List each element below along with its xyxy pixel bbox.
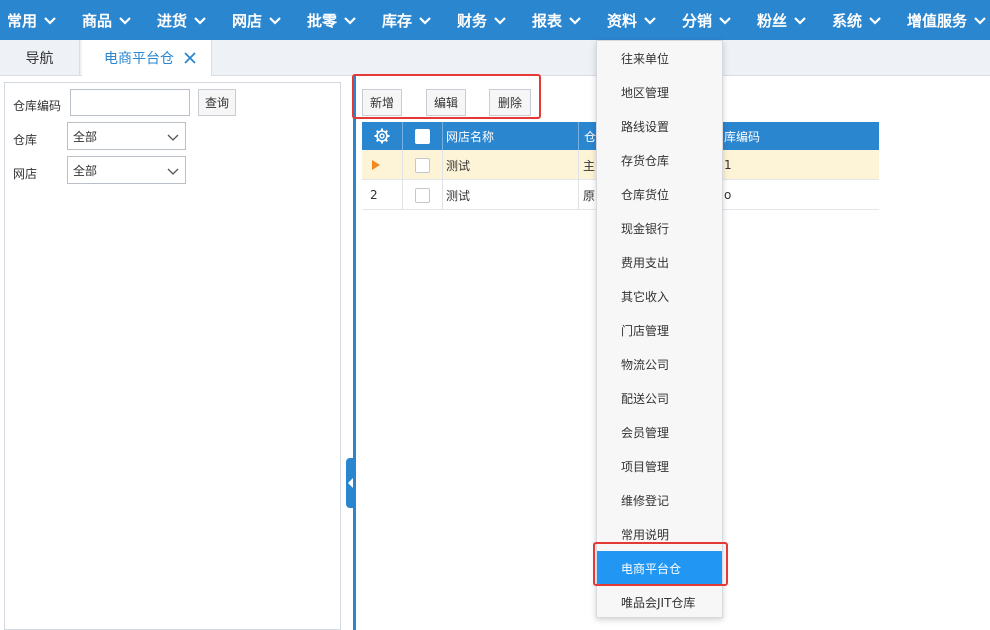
add-button[interactable]: 新增 bbox=[362, 89, 402, 116]
menu-zengzhi[interactable]: 增值服务 bbox=[907, 0, 987, 40]
menu-caiwu[interactable]: 财务 bbox=[457, 0, 507, 40]
cell-warehouse-code: o bbox=[724, 188, 732, 202]
row-checkbox[interactable] bbox=[414, 187, 430, 203]
menu-highlight-frame bbox=[593, 542, 728, 586]
shop-select[interactable]: 全部 bbox=[67, 156, 186, 184]
chevron-down-icon bbox=[974, 17, 986, 25]
chevron-down-icon bbox=[119, 17, 131, 25]
row-number: 2 bbox=[370, 188, 378, 202]
chevron-down-icon bbox=[194, 17, 206, 25]
menu-item-stores[interactable]: 门店管理 bbox=[597, 313, 722, 347]
settings-cell[interactable] bbox=[362, 122, 402, 150]
menu-item-routes[interactable]: 路线设置 bbox=[597, 109, 722, 143]
menu-label: 分销 bbox=[682, 11, 713, 30]
tab-label: 导航 bbox=[25, 51, 54, 67]
select-all-checkbox[interactable] bbox=[414, 128, 430, 144]
menu-jinhuo[interactable]: 进货 bbox=[157, 0, 207, 40]
menu-ziliao[interactable]: 资料 bbox=[607, 0, 658, 40]
query-button[interactable]: 查询 bbox=[198, 89, 236, 116]
chevron-down-icon bbox=[167, 168, 179, 175]
menu-fenxiao[interactable]: 分销 bbox=[682, 0, 732, 40]
close-icon[interactable] bbox=[184, 52, 196, 64]
menu-item-regions[interactable]: 地区管理 bbox=[597, 75, 722, 109]
tab-navigation[interactable]: 导航 bbox=[0, 40, 80, 76]
chevron-down-icon bbox=[44, 17, 56, 25]
row-checkbox[interactable] bbox=[414, 157, 430, 173]
menu-wangdian[interactable]: 网店 bbox=[232, 0, 282, 40]
menu-fensi[interactable]: 粉丝 bbox=[757, 0, 807, 40]
column-header-shop-name[interactable]: 网店名称 bbox=[446, 122, 576, 150]
menu-baobiao[interactable]: 报表 bbox=[532, 0, 582, 40]
menu-item-logistics[interactable]: 物流公司 bbox=[597, 347, 722, 381]
menu-label: 网店 bbox=[232, 11, 263, 30]
menu-item-inventory-warehouse[interactable]: 存货仓库 bbox=[597, 143, 722, 177]
cell-shop-name: 测试 bbox=[446, 188, 471, 203]
menu-kucun[interactable]: 库存 bbox=[382, 0, 432, 40]
chevron-down-icon bbox=[269, 17, 281, 25]
menu-label: 系统 bbox=[832, 11, 863, 30]
chevron-down-icon bbox=[719, 17, 731, 25]
menu-label: 库存 bbox=[382, 11, 413, 30]
menu-shangpin[interactable]: 商品 bbox=[82, 0, 132, 40]
menu-label: 增值服务 bbox=[907, 11, 968, 30]
menu-item-cash-bank[interactable]: 现金银行 bbox=[597, 211, 722, 245]
warehouse-select[interactable]: 全部 bbox=[67, 122, 186, 150]
menu-xitong[interactable]: 系统 bbox=[832, 0, 882, 40]
column-header-warehouse-code[interactable]: 库编码 bbox=[724, 122, 874, 150]
chevron-down-icon bbox=[344, 17, 356, 25]
menu-item-members[interactable]: 会员管理 bbox=[597, 415, 722, 449]
filter-panel: 仓库编码 查询 仓库 全部 网店 全部 bbox=[4, 82, 341, 630]
top-menu-bar: 常用 商品 进货 网店 批零 库存 财务 报表 资料 分销 粉丝 系统 增值服务 bbox=[0, 0, 990, 40]
tab-label: 电商平台仓 bbox=[104, 51, 174, 67]
chevron-down-icon bbox=[419, 17, 431, 25]
warehouse-select-value: 全部 bbox=[73, 129, 98, 144]
menu-label: 批零 bbox=[307, 11, 338, 30]
menu-item-projects[interactable]: 项目管理 bbox=[597, 449, 722, 483]
chevron-down-icon bbox=[794, 17, 806, 25]
menu-label: 进货 bbox=[157, 11, 188, 30]
menu-label: 常用 bbox=[7, 11, 38, 30]
menu-item-other-income[interactable]: 其它收入 bbox=[597, 279, 722, 313]
chevron-down-icon bbox=[869, 17, 881, 25]
gear-icon[interactable] bbox=[374, 128, 390, 144]
panel-splitter[interactable] bbox=[353, 76, 356, 630]
chevron-down-icon bbox=[167, 134, 179, 141]
warehouse-code-label: 仓库编码 bbox=[13, 99, 62, 113]
chevron-down-icon bbox=[569, 17, 581, 25]
warehouse-label: 仓库 bbox=[13, 133, 38, 147]
menu-label: 报表 bbox=[532, 11, 563, 30]
cell-shop-name: 测试 bbox=[446, 158, 471, 173]
row-pointer-icon bbox=[362, 150, 402, 180]
shop-select-value: 全部 bbox=[73, 163, 98, 178]
collapse-handle[interactable] bbox=[346, 458, 356, 508]
row-checkbox-cell[interactable] bbox=[402, 150, 442, 180]
menu-pilng[interactable]: 批零 bbox=[307, 0, 357, 40]
shop-label: 网店 bbox=[13, 167, 38, 181]
tab-bar: 导航 电商平台仓 bbox=[0, 40, 990, 76]
toolbar-highlight-frame: 新增 编辑 删除 bbox=[352, 74, 541, 119]
menu-item-repairs[interactable]: 维修登记 bbox=[597, 483, 722, 517]
menu-item-delivery[interactable]: 配送公司 bbox=[597, 381, 722, 415]
menu-item-expenses[interactable]: 费用支出 bbox=[597, 245, 722, 279]
warehouse-code-input[interactable] bbox=[70, 89, 190, 116]
tab-ecommerce-warehouse[interactable]: 电商平台仓 bbox=[82, 40, 212, 76]
chevron-down-icon bbox=[494, 17, 506, 25]
menu-changyong[interactable]: 常用 bbox=[7, 0, 57, 40]
select-all-cell[interactable] bbox=[402, 122, 442, 150]
edit-button[interactable]: 编辑 bbox=[426, 89, 466, 116]
row-checkbox-cell[interactable] bbox=[402, 180, 442, 210]
menu-item-warehouse-locations[interactable]: 仓库货位 bbox=[597, 177, 722, 211]
menu-item-contacts[interactable]: 往来单位 bbox=[597, 41, 722, 75]
chevron-down-icon bbox=[644, 17, 656, 25]
menu-label: 财务 bbox=[457, 11, 488, 30]
cell-warehouse-code: 1 bbox=[724, 158, 732, 172]
menu-label: 资料 bbox=[607, 11, 638, 30]
menu-label: 粉丝 bbox=[757, 11, 788, 30]
menu-item-vip-jit-warehouse[interactable]: 唯品会JIT仓库 bbox=[597, 585, 722, 619]
menu-label: 商品 bbox=[82, 11, 113, 30]
delete-button[interactable]: 删除 bbox=[489, 89, 531, 116]
ziliao-dropdown-menu: 往来单位 地区管理 路线设置 存货仓库 仓库货位 现金银行 费用支出 其它收入 … bbox=[596, 40, 723, 618]
